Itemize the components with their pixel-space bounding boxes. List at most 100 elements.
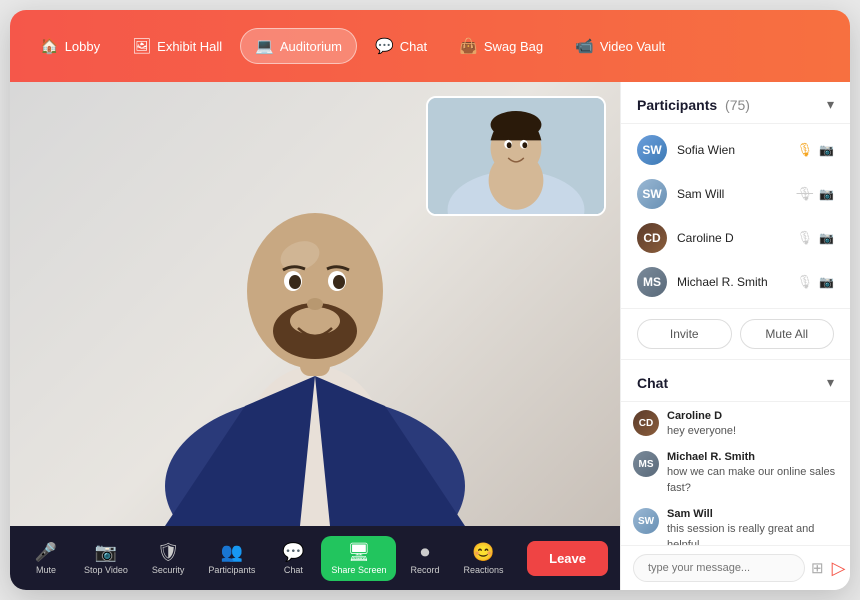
security-ctrl-icon: 🛡 [157,542,180,563]
chat-ctrl-icon: 💬 [282,542,304,563]
ctrl-security-label: Security [152,565,185,575]
avatar-caroline: CD [637,223,667,253]
participants-ctrl-icon: 👥 [221,542,243,563]
mic-ctrl-icon: 🎤 [35,542,57,563]
avatar-sofia: SW [637,135,667,165]
participants-count: (75) [725,97,750,113]
chat-text-1: hey everyone! [667,424,838,439]
chat-messages: CD Caroline D hey everyone! MS Michael R… [621,402,850,545]
ctrl-record-label: Record [410,565,439,575]
chat-text-2: how we can make our online sales fast? [667,465,838,496]
chat-attach-button[interactable]: ⊞ [811,559,824,577]
home-icon: 🏠 [40,37,59,55]
participants-panel-title: Participants (75) [637,97,750,113]
panel-actions: Invite Mute All [621,309,850,360]
ctrl-items: 🎤 Mute 📷 Stop Video 🛡 Security 👥 Partici… [22,536,519,581]
nav-lobby[interactable]: 🏠 Lobby [26,29,114,63]
ctrl-share-label: Share Screen [331,565,386,575]
avatar-michael: MS [637,267,667,297]
app-container: 🏠 Lobby 🖼 Exhibit Hall 💻 Auditorium 💬 Ch… [10,10,850,590]
sofia-mic-icon: 🎙 [797,142,814,158]
ctrl-share-screen[interactable]: 🖥 Share Screen [321,536,396,581]
ctrl-chat[interactable]: 💬 Chat [269,536,317,581]
chat-text-3: this session is really great and helpful… [667,522,838,545]
sam-media-icons: 🎙 📷 [797,186,834,202]
participant-row[interactable]: CD Caroline D 🎙 📷 [621,216,850,260]
ctrl-video-label: Stop Video [84,565,128,575]
reactions-ctrl-icon: 😊 [472,542,494,563]
participant-name-michael: Michael R. Smith [677,275,787,289]
sofia-media-icons: 🎙 📷 [797,142,834,158]
record-ctrl-icon: ⏺ [420,542,429,563]
caroline-mic-icon: 🎙 [797,230,814,246]
participant-name-caroline: Caroline D [677,231,787,245]
ctrl-mic[interactable]: 🎤 Mute [22,536,70,581]
auditorium-icon: 💻 [255,37,274,55]
participant-name-sofia: Sofia Wien [677,143,787,157]
chat-sender-3: Sam Will [667,508,838,520]
nav-swag-label: Swag Bag [484,39,543,54]
chat-sender-2: Michael R. Smith [667,451,838,463]
participant-name-sam: Sam Will [677,187,787,201]
ctrl-participants[interactable]: 👥 Participants [198,536,265,581]
chat-avatar-michael: MS [633,451,659,477]
caroline-cam-icon: 📷 [819,231,834,245]
main-content: 🎤 Mute 📷 Stop Video 🛡 Security 👥 Partici… [10,82,850,590]
nav-lobby-label: Lobby [65,39,100,54]
chat-panel: Chat ▾ CD Caroline D hey everyone! MS [621,360,850,590]
nav-chat[interactable]: 💬 Chat [361,29,441,63]
nav-auditorium[interactable]: 💻 Auditorium [240,28,357,64]
chat-send-button[interactable]: ▷ [830,558,848,579]
ctrl-chat-label: Chat [284,565,303,575]
swag-icon: 👜 [459,37,478,55]
sidebar: Participants (75) ▾ SW Sofia Wien 🎙 📷 SW [620,82,850,590]
vault-icon: 📹 [575,37,594,55]
participant-row[interactable]: SW Sofia Wien 🎙 📷 [621,128,850,172]
ctrl-reactions[interactable]: 😊 Reactions [453,536,513,581]
chat-input[interactable] [633,554,805,582]
chat-panel-title: Chat [637,375,668,391]
chat-chevron[interactable]: ▾ [827,374,834,391]
nav-exhibit-hall[interactable]: 🖼 Exhibit Hall [118,29,236,63]
chat-avatar-caroline: CD [633,410,659,436]
thumb-speaker-svg [428,96,604,216]
chat-panel-header: Chat ▾ [621,360,850,402]
participants-chevron[interactable]: ▾ [827,96,834,113]
ctrl-reactions-label: Reactions [463,565,503,575]
caroline-media-icons: 🎙 📷 [797,230,834,246]
ctrl-participants-label: Participants [208,565,255,575]
nav-auditorium-label: Auditorium [280,39,342,54]
participant-row[interactable]: MS Michael R. Smith 🎙 📷 [621,260,850,304]
share-ctrl-icon: 🖥 [348,542,371,563]
nav-swag-bag[interactable]: 👜 Swag Bag [445,29,557,63]
michael-cam-icon: 📷 [819,275,834,289]
chat-message: MS Michael R. Smith how we can make our … [633,451,838,496]
ctrl-video[interactable]: 📷 Stop Video [74,536,138,581]
chat-sender-1: Caroline D [667,410,838,422]
sofia-cam-icon: 📷 [819,143,834,157]
michael-mic-icon: 🎙 [797,274,814,290]
chat-content-1: Caroline D hey everyone! [667,410,838,439]
participants-panel-header: Participants (75) ▾ [621,82,850,124]
ctrl-security[interactable]: 🛡 Security [142,536,195,581]
chat-nav-icon: 💬 [375,37,394,55]
thumbnail-figure [428,98,604,214]
sam-cam-icon: 📷 [819,187,834,201]
nav-vault-label: Video Vault [600,39,665,54]
nav-chat-label: Chat [400,39,427,54]
thumbnail-video [426,96,606,216]
avatar-sam: SW [637,179,667,209]
invite-button[interactable]: Invite [637,319,732,349]
participant-row[interactable]: SW Sam Will 🎙 📷 [621,172,850,216]
chat-avatar-sam: SW [633,508,659,534]
nav-exhibit-label: Exhibit Hall [157,39,222,54]
ctrl-mic-label: Mute [36,565,56,575]
nav-video-vault[interactable]: 📹 Video Vault [561,29,679,63]
chat-message: SW Sam Will this session is really great… [633,508,838,545]
leave-button[interactable]: Leave [527,541,608,576]
participant-list: SW Sofia Wien 🎙 📷 SW Sam Will 🎙 📷 [621,124,850,309]
mute-all-button[interactable]: Mute All [740,319,835,349]
top-nav: 🏠 Lobby 🖼 Exhibit Hall 💻 Auditorium 💬 Ch… [10,10,850,82]
ctrl-record[interactable]: ⏺ Record [400,536,449,581]
michael-media-icons: 🎙 📷 [797,274,834,290]
